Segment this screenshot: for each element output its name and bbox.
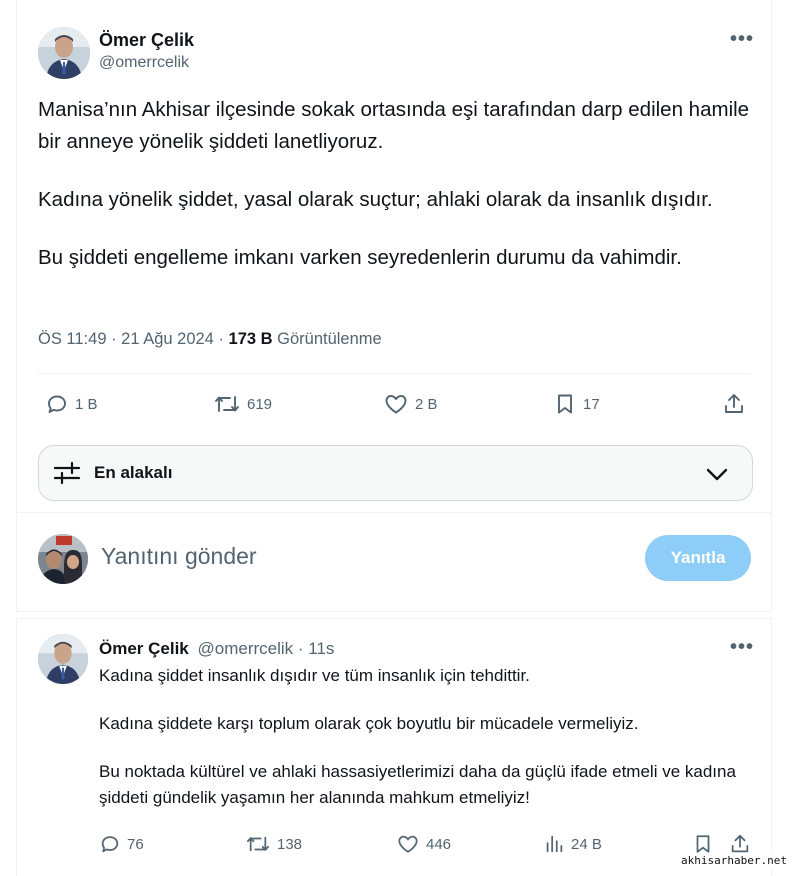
author-name[interactable]: Ömer Çelik — [99, 639, 189, 658]
tweet-paragraph: Manisa’nın Akhisar ilçesinde sokak ortas… — [38, 98, 750, 153]
repost-count: 138 — [277, 835, 303, 853]
reply-header: Ömer Çelik @omerrcelik · 11s — [99, 639, 334, 659]
share-button[interactable] — [722, 392, 746, 416]
author-avatar[interactable] — [38, 27, 90, 79]
reply-paragraph: Bu noktada kültürel ve ahlaki hassasiyet… — [99, 762, 736, 807]
repost-icon — [247, 836, 269, 852]
bookmark-button[interactable] — [692, 833, 714, 855]
like-count: 446 — [426, 835, 452, 853]
more-icon[interactable]: ••• — [730, 636, 754, 659]
reply-text: Kadına şiddet insanlık dışıdır ve tüm in… — [99, 663, 759, 833]
reply-count: 1 B — [75, 395, 98, 413]
repost-button[interactable]: 619 — [213, 392, 272, 416]
reply-button[interactable]: 1 B — [45, 392, 98, 416]
tweet-text: Manisa’nın Akhisar ilçesinde sokak ortas… — [38, 94, 758, 300]
views-button[interactable]: 24 B — [543, 833, 602, 855]
like-icon — [398, 835, 418, 853]
repost-icon — [215, 396, 239, 412]
share-icon — [725, 394, 743, 413]
bookmark-button[interactable]: 17 — [553, 392, 600, 416]
author-avatar[interactable] — [38, 634, 88, 684]
bookmark-count: 17 — [583, 395, 600, 413]
reply-button[interactable]: 76 — [99, 833, 144, 855]
like-icon — [385, 395, 407, 414]
main-tweet: Ömer Çelik @omerrcelik ••• Manisa’nın Ak… — [16, 0, 772, 612]
sort-label: En alakalı — [94, 463, 173, 482]
watermark: akhisarhaber.net — [678, 853, 790, 868]
tweet-time[interactable]: ÖS 11:49 — [38, 330, 107, 348]
reply-icon — [48, 395, 66, 413]
reply-paragraph: Kadına şiddete karşı toplum olarak çok b… — [99, 714, 639, 733]
author-name[interactable]: Ömer Çelik — [99, 30, 194, 51]
views-count: 24 B — [571, 835, 602, 853]
sort-sliders-icon — [53, 461, 81, 485]
share-button[interactable] — [729, 833, 751, 855]
like-button[interactable]: 446 — [396, 833, 451, 855]
repost-button[interactable]: 138 — [245, 833, 302, 855]
reply-submit-button[interactable]: Yanıtla — [645, 535, 751, 581]
share-icon — [731, 834, 749, 853]
meta-separator: · — [213, 330, 229, 348]
meta-separator: · — [293, 639, 309, 658]
tweet-date[interactable]: 21 Ağu 2024 — [121, 330, 214, 348]
reply-tweet[interactable]: Ömer Çelik @omerrcelik · 11s ••• Kadına … — [16, 618, 772, 876]
views-icon — [546, 835, 563, 853]
tweet-paragraph: Kadına yönelik şiddet, yasal olarak suçt… — [38, 188, 713, 211]
meta-separator: · — [106, 330, 122, 348]
sort-dropdown[interactable]: En alakalı — [38, 445, 753, 501]
like-count: 2 B — [415, 395, 438, 413]
like-button[interactable]: 2 B — [383, 392, 438, 416]
user-avatar[interactable] — [38, 534, 88, 584]
tweet-time[interactable]: 11s — [308, 639, 334, 658]
author-handle[interactable]: @omerrcelik — [99, 54, 194, 72]
tweet-meta: ÖS 11:49 · 21 Ağu 2024 · 173 B Görüntüle… — [38, 330, 382, 349]
chevron-down-icon — [706, 468, 728, 481]
reply-count: 76 — [127, 835, 144, 853]
author-handle[interactable]: @omerrcelik — [198, 639, 294, 658]
tweet-paragraph: Bu şiddeti engelleme imkanı varken seyre… — [38, 246, 682, 269]
bookmark-icon — [558, 394, 572, 414]
more-icon[interactable]: ••• — [730, 28, 754, 51]
repost-count: 619 — [247, 395, 273, 413]
divider — [17, 512, 771, 513]
reply-input[interactable]: Yanıtını gönder — [101, 543, 257, 570]
bookmark-icon — [696, 835, 710, 853]
views-count: 173 B — [228, 330, 273, 348]
reply-icon — [101, 836, 119, 853]
author-block: Ömer Çelik @omerrcelik — [99, 30, 194, 72]
reply-paragraph: Kadına şiddet insanlık dışıdır ve tüm in… — [99, 666, 530, 685]
divider — [38, 373, 750, 374]
views-label: Görüntülenme — [272, 330, 382, 348]
